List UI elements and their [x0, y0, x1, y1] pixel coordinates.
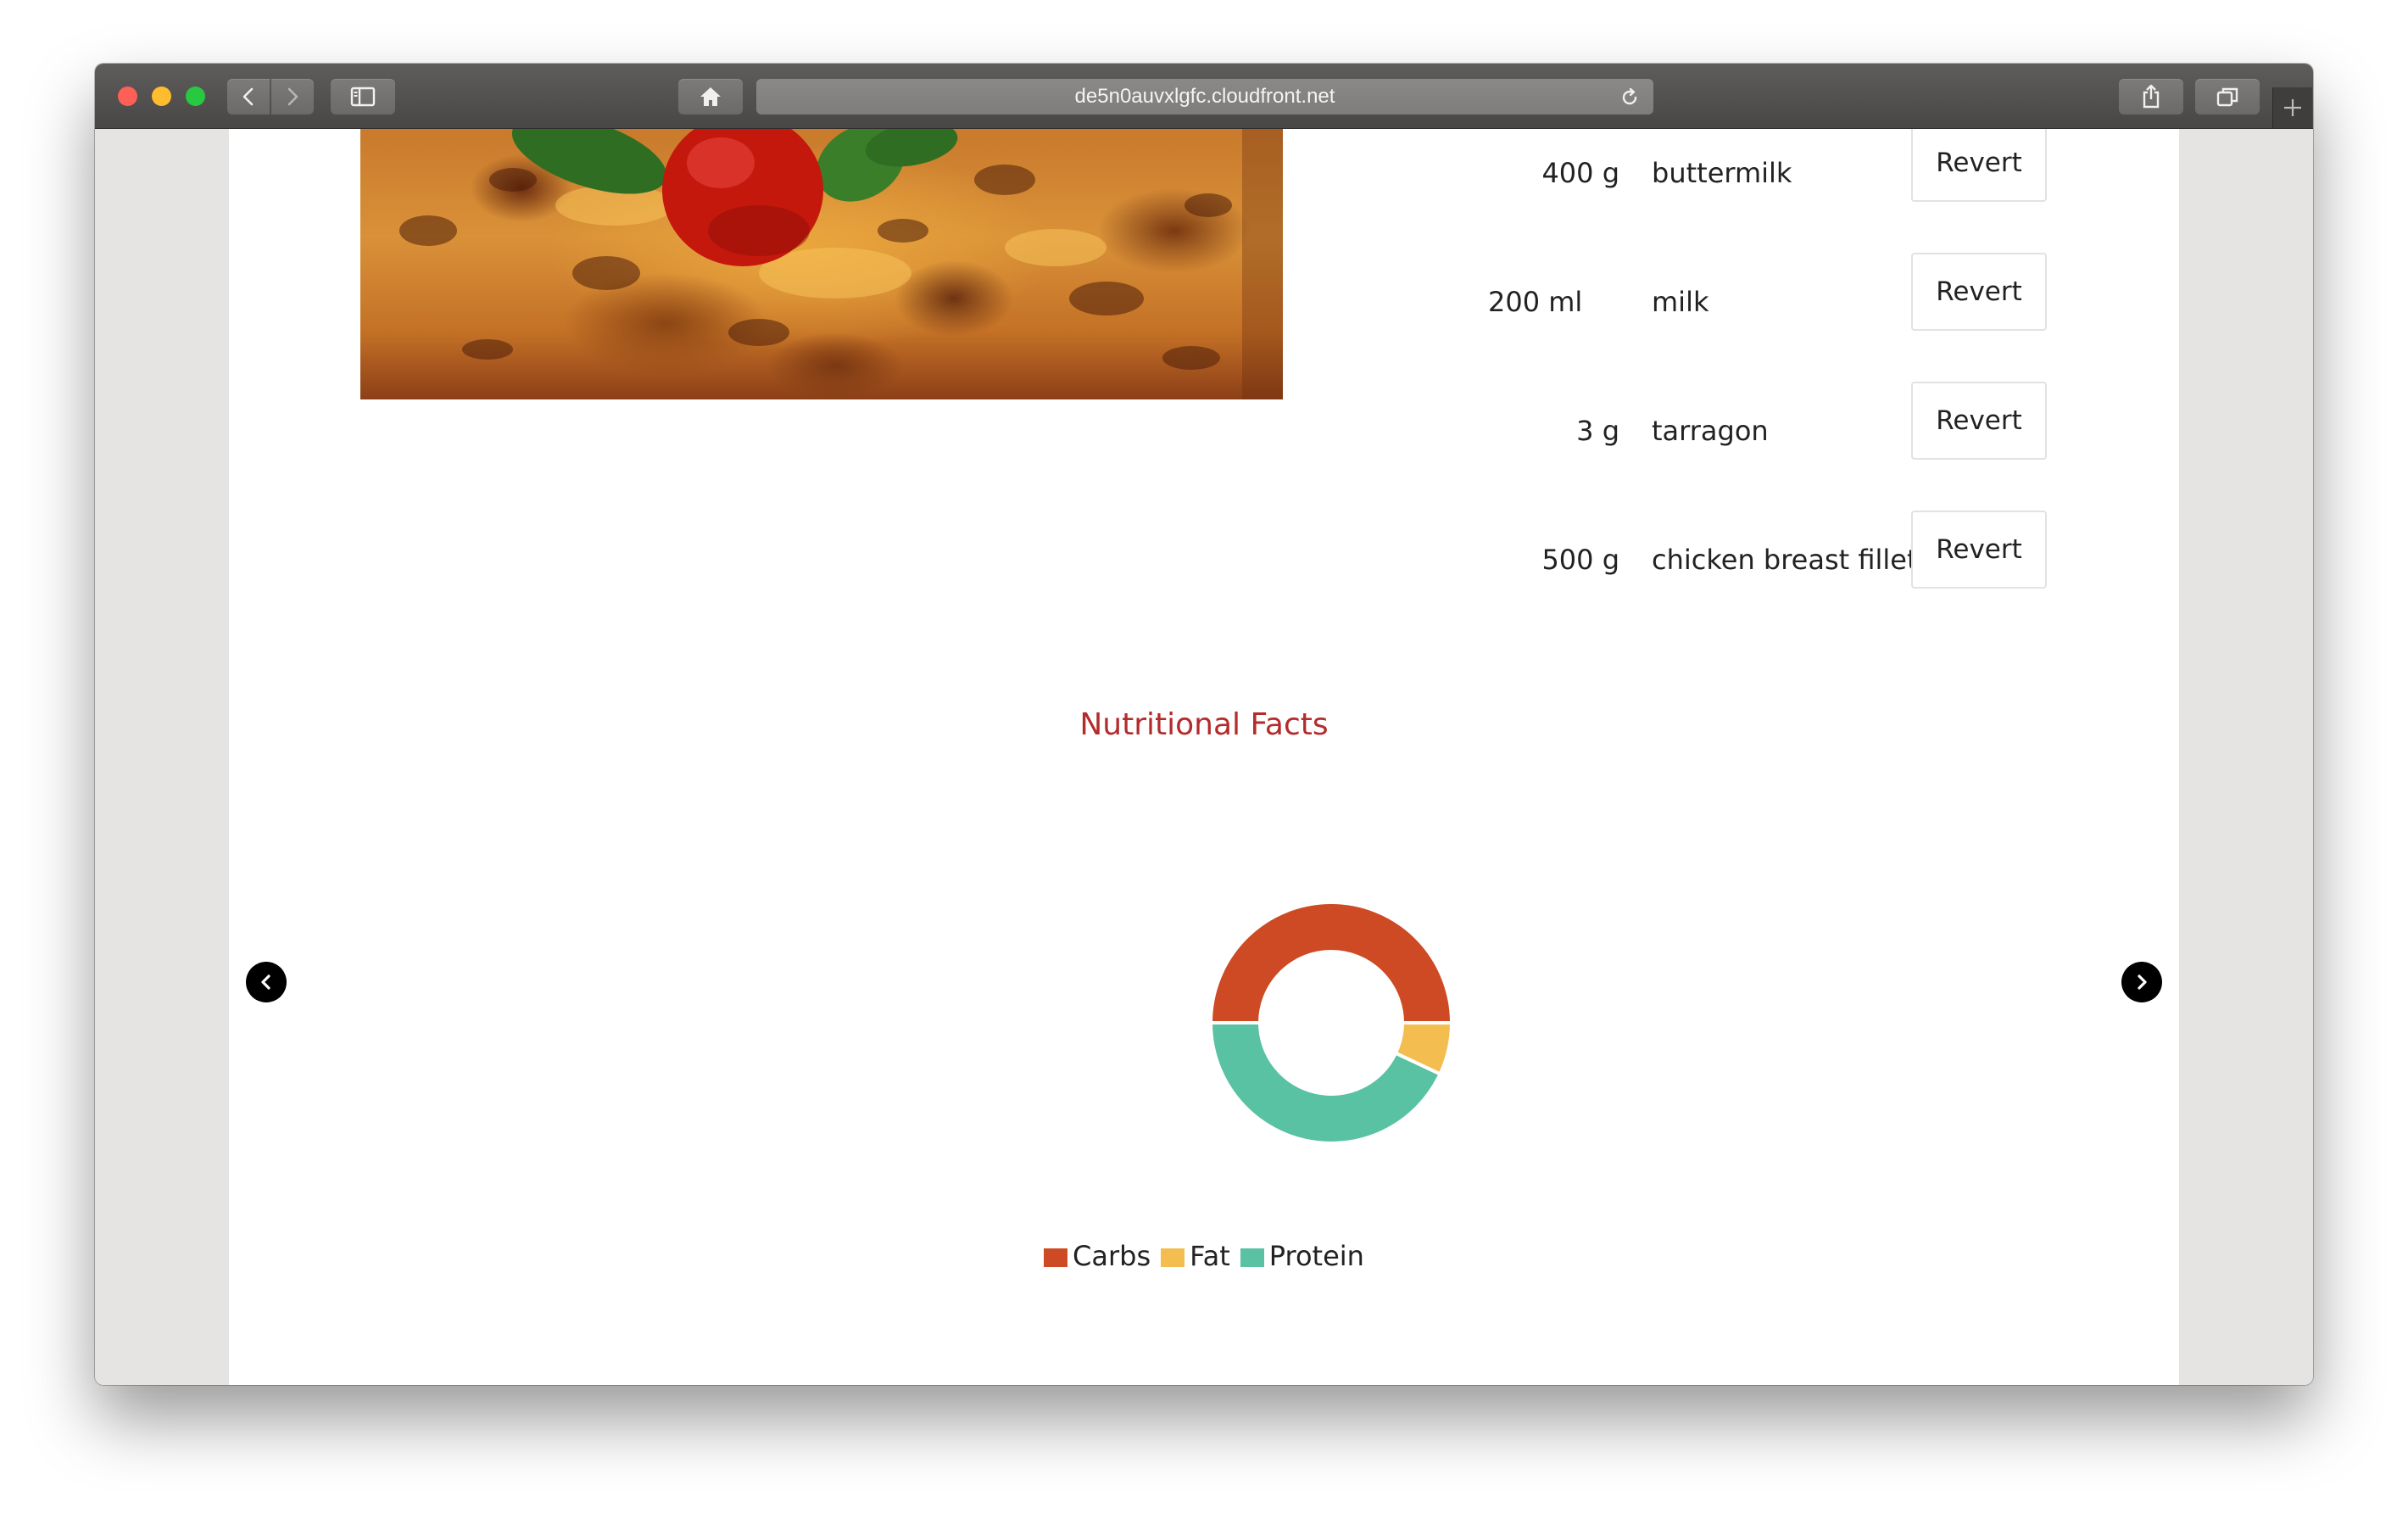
carousel-prev-button[interactable]: [246, 962, 287, 1002]
ingredient-name: milk: [1652, 286, 1709, 318]
carousel-next-button[interactable]: [2121, 962, 2162, 1002]
donut-slice-carbs[interactable]: [1208, 901, 1454, 1024]
nutrition-title: Nutritional Facts: [1079, 707, 1329, 742]
chevron-left-icon: [242, 87, 254, 106]
ingredient-name: buttermilk: [1652, 157, 1792, 189]
legend-swatch: [1161, 1248, 1185, 1267]
back-button[interactable]: [227, 79, 270, 114]
ingredient-row: 500 g chicken breast fillet Revert: [229, 511, 2179, 609]
home-icon: [700, 87, 721, 106]
ingredient-name: chicken breast fillet: [1652, 544, 1918, 576]
ingredient-row: 200 ml milk Revert: [229, 253, 2179, 351]
share-button[interactable]: [2119, 79, 2183, 114]
ingredient-row: 400 g buttermilk Revert: [229, 129, 2179, 222]
revert-button[interactable]: Revert: [1911, 129, 2047, 202]
ingredient-row: 3 g tarragon Revert: [229, 382, 2179, 480]
home-button[interactable]: [678, 79, 743, 114]
forward-button[interactable]: [271, 79, 314, 114]
legend-label: Fat: [1190, 1240, 1230, 1272]
legend-label: Protein: [1268, 1240, 1364, 1272]
legend-item-protein[interactable]: Protein: [1240, 1240, 1364, 1272]
plus-icon: [2284, 99, 2301, 116]
browser-window: de5n0auvxlgfc.cloudfront.net 400 g butte…: [95, 64, 2313, 1385]
tabs-icon: [2216, 87, 2238, 107]
chevron-right-icon: [2138, 974, 2147, 990]
chevron-left-icon: [261, 974, 270, 990]
ingredient-name: tarragon: [1652, 415, 1769, 447]
close-window-button[interactable]: [118, 87, 137, 106]
ingredient-quantity: 3 g: [1576, 415, 1619, 447]
share-icon: [2143, 84, 2160, 109]
browser-toolbar: de5n0auvxlgfc.cloudfront.net: [95, 64, 2313, 129]
chart-legend: Carbs Fat Protein: [229, 1240, 2179, 1272]
nutrition-donut-chart: [1208, 901, 1454, 1145]
url-text: de5n0auvxlgfc.cloudfront.net: [1074, 85, 1335, 108]
address-bar[interactable]: de5n0auvxlgfc.cloudfront.net: [756, 79, 1653, 114]
ingredient-quantity: 200 ml: [1488, 286, 1583, 318]
sidebar-icon: [350, 87, 376, 107]
minimize-window-button[interactable]: [152, 87, 171, 106]
legend-item-fat[interactable]: Fat: [1161, 1240, 1230, 1272]
legend-swatch: [1240, 1248, 1264, 1267]
legend-swatch: [1044, 1248, 1068, 1267]
reload-icon[interactable]: [1619, 87, 1640, 108]
ingredient-quantity: 500 g: [1541, 544, 1619, 576]
sidebar-toggle-button[interactable]: [331, 79, 395, 114]
revert-button[interactable]: Revert: [1911, 511, 2047, 589]
recipe-page: 400 g buttermilk Revert 200 ml milk Reve…: [229, 129, 2179, 1385]
revert-button[interactable]: Revert: [1911, 382, 2047, 460]
legend-label: Carbs: [1073, 1240, 1151, 1272]
legend-item-carbs[interactable]: Carbs: [1044, 1240, 1151, 1272]
page-viewport: 400 g buttermilk Revert 200 ml milk Reve…: [95, 129, 2313, 1385]
chevron-right-icon: [287, 87, 298, 106]
new-tab-button[interactable]: [2272, 87, 2312, 128]
ingredient-quantity: 400 g: [1541, 157, 1619, 189]
zoom-window-button[interactable]: [186, 87, 205, 106]
tab-overview-button[interactable]: [2195, 79, 2260, 114]
revert-button[interactable]: Revert: [1911, 253, 2047, 331]
